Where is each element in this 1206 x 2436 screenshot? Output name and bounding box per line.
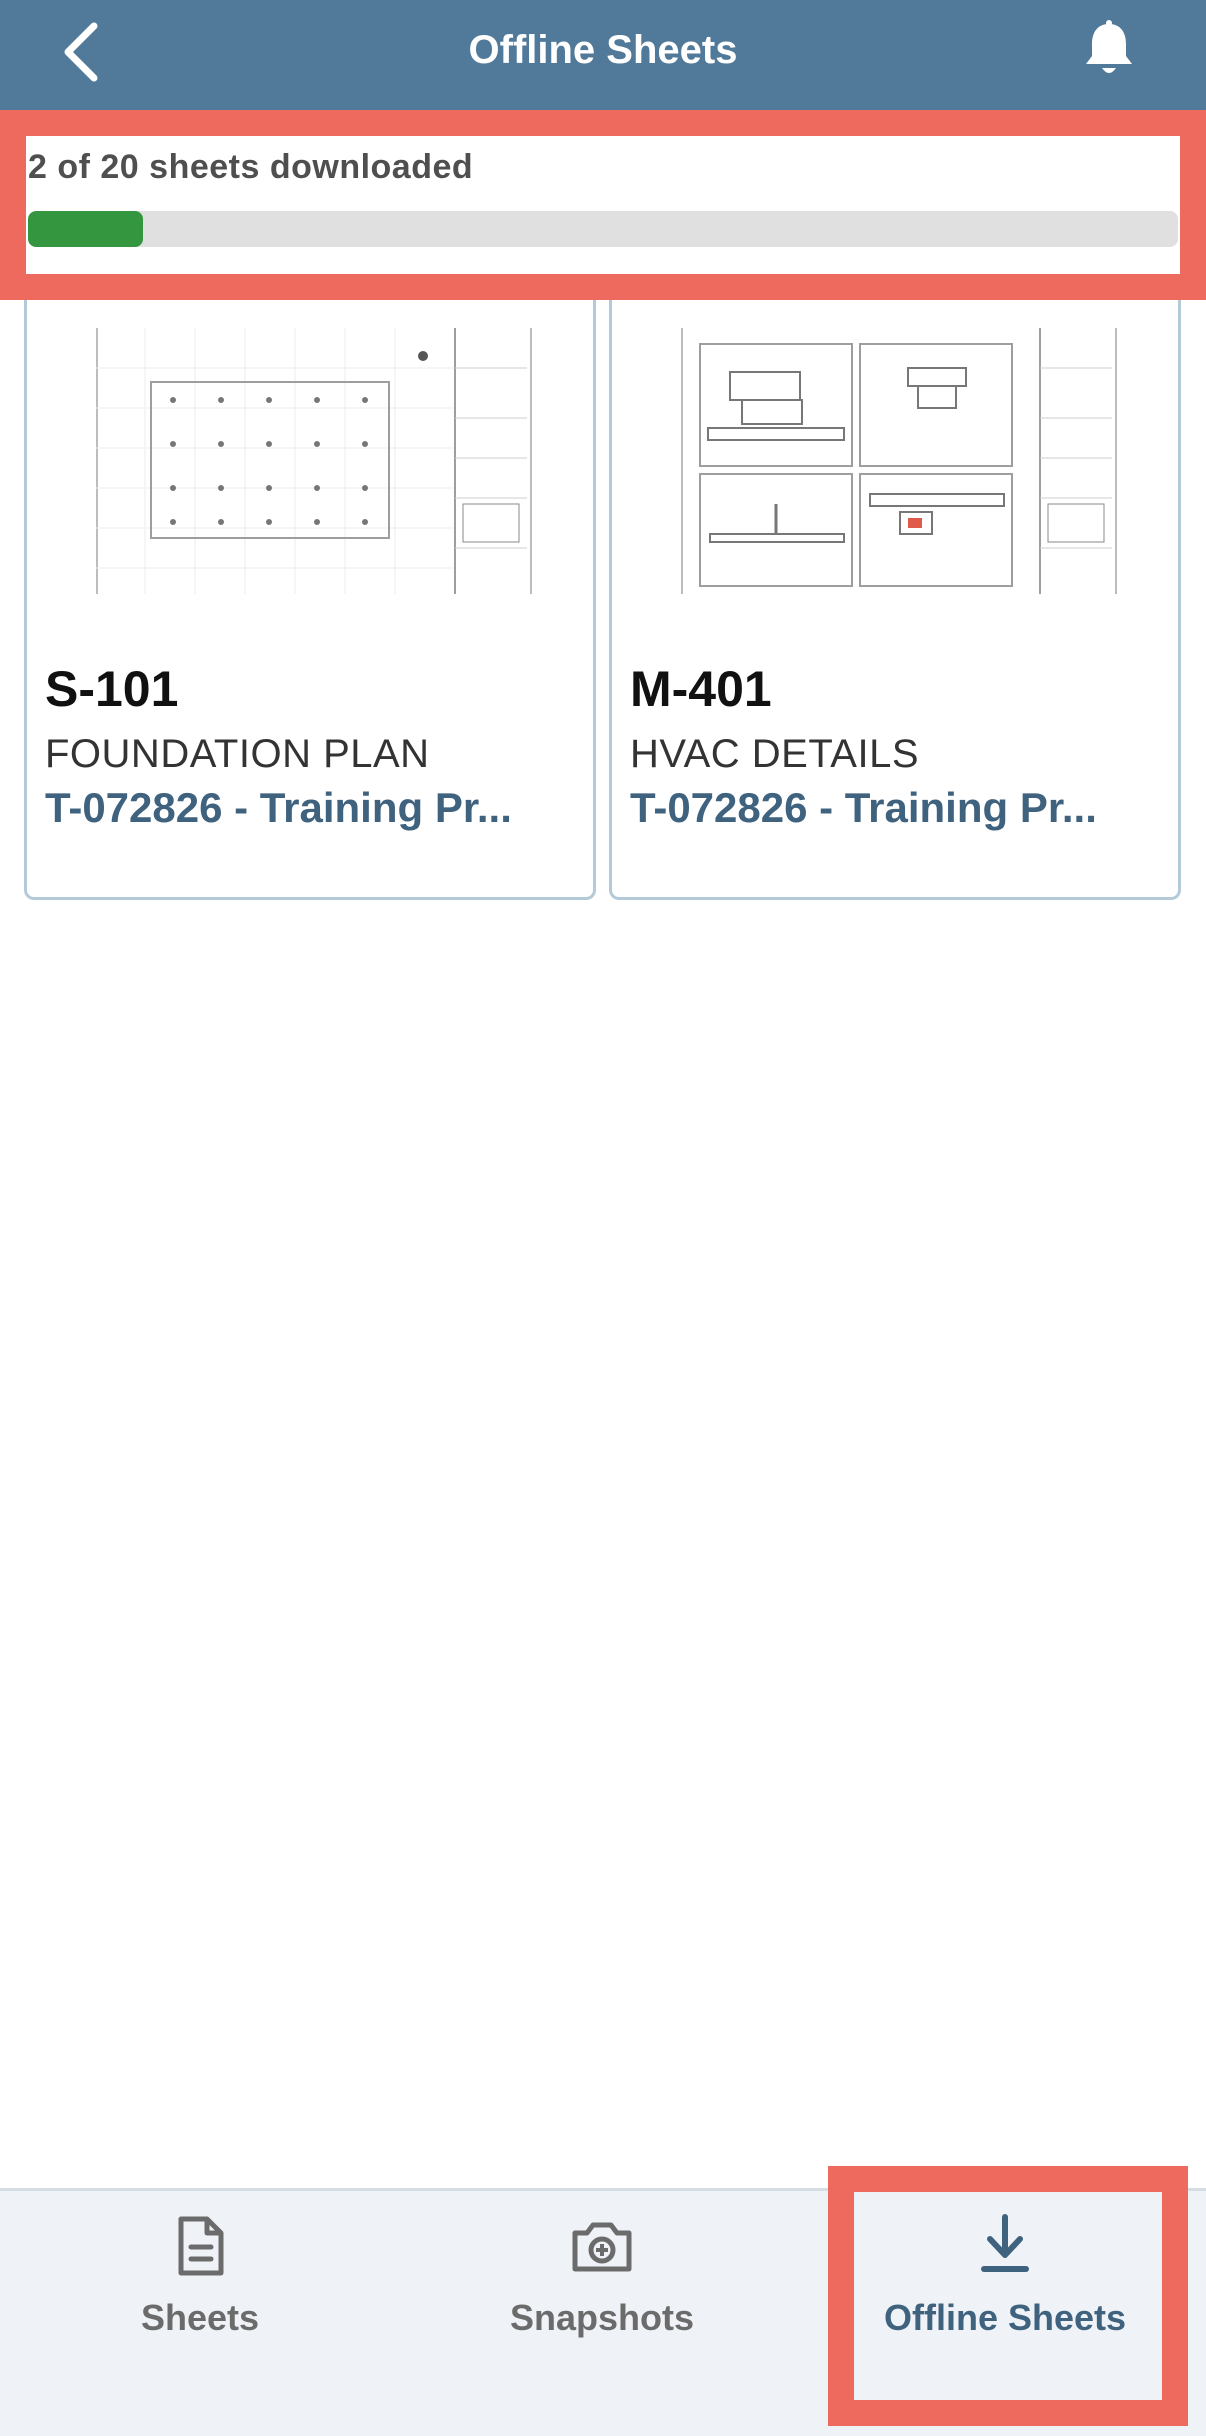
highlight-progress-box xyxy=(0,110,1206,300)
sheet-project: T-072826 - Training Pr... xyxy=(630,784,1097,831)
camera-icon xyxy=(572,2222,632,2272)
tab-sheets[interactable]: Sheets xyxy=(50,2211,350,2371)
page-title: Offline Sheets xyxy=(468,28,738,72)
tab-label: Snapshots xyxy=(509,2297,695,2338)
sheet-number: M-401 xyxy=(630,661,772,717)
sheet-thumbnail xyxy=(95,328,535,594)
app-header: Offline Sheets xyxy=(0,0,1206,110)
sheet-name: HVAC DETAILS xyxy=(630,732,920,776)
sheet-project: T-072826 - Training Pr... xyxy=(45,784,512,831)
tab-label: Sheets xyxy=(140,2297,260,2338)
tab-snapshots[interactable]: Snapshots xyxy=(452,2211,752,2371)
highlight-offline-tab-box xyxy=(828,2166,1188,2426)
document-icon xyxy=(178,2216,224,2276)
sheet-name: FOUNDATION PLAN xyxy=(45,732,430,776)
sheet-card[interactable]: M-401 HVAC DETAILS T-072826 - Training P… xyxy=(609,300,1181,900)
sheet-card[interactable]: S-101 FOUNDATION PLAN T-072826 - Trainin… xyxy=(24,300,596,900)
sheet-number: S-101 xyxy=(45,661,179,717)
sheet-thumbnail xyxy=(680,328,1120,594)
bell-icon[interactable] xyxy=(1078,18,1140,80)
